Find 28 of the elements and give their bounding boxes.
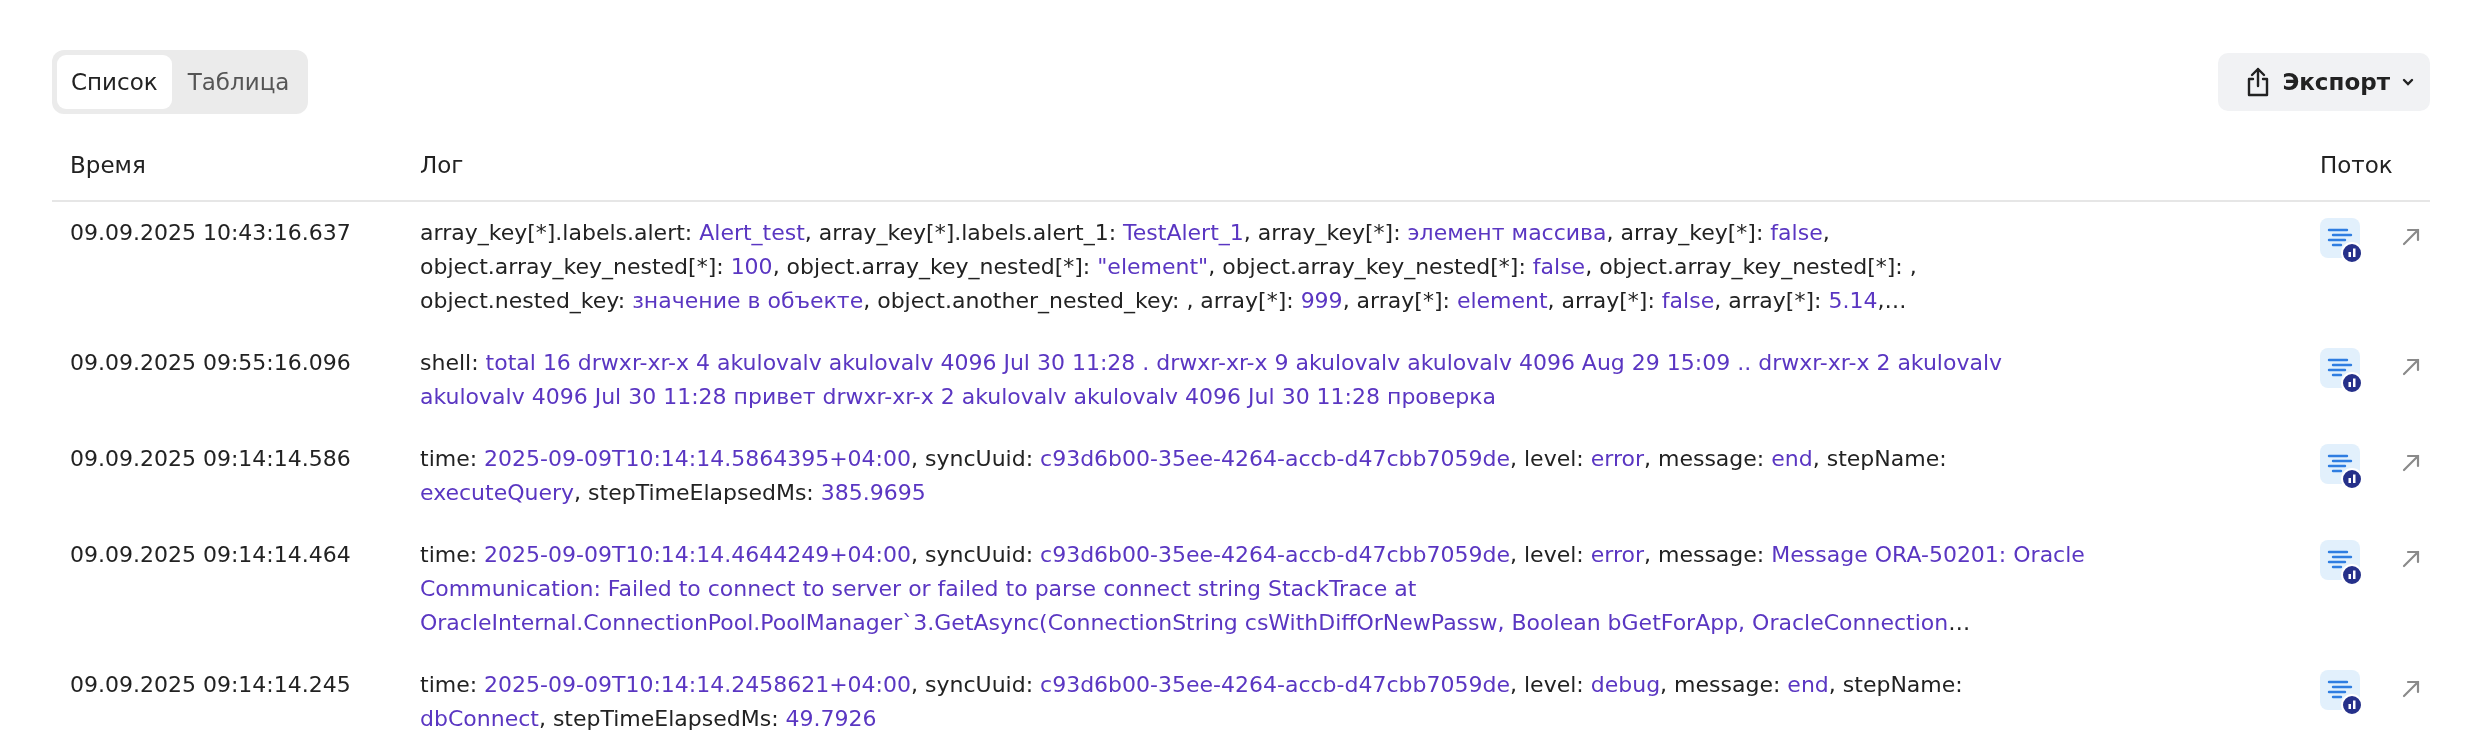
column-header: Лог xyxy=(420,152,464,178)
view-tab[interactable]: Список xyxy=(57,55,172,109)
export-button[interactable]: Экспорт xyxy=(2218,53,2430,111)
log-text: time: 2025-09-09T10:14:14.4644249+04:00, syncUuid: c93d6b00-35ee-4264-accb-d47cbb7059de, level: error, message: Message ORA-50201: Oracle Communication: Failed to connect to server or failed to parse connect string StackTrace at OracleInternal.ConnectionPool.PoolManager`3.GetAsync(ConnectionString csWithDiffOrNewPassw, Boolean bGetForApp, OracleConnection… xyxy=(420,541,2085,637)
chevron-down-icon xyxy=(2402,78,2414,86)
stream-chart-icon[interactable] xyxy=(2320,670,2364,716)
log-text: array_key[*].labels.alert: Alert_test, array_key[*].labels.alert_1: TestAlert_1, array_key[*]: элемент массива, array_key[*]: false, object.array_key_nested[*]: 100, object.array_key_nested[*]: "element", object.array_key_nested[*]: false, object.array_key_nested[*]: , object.nested_key: значение в объекте, object.another_nested_key: , array[*]: 999, array[*]: element, array[*]: false, array[*]: 5.14,… xyxy=(420,219,1917,316)
open-arrow-icon[interactable] xyxy=(2402,358,2420,376)
column-header: Время xyxy=(70,152,147,178)
column-header: Поток xyxy=(2320,152,2394,178)
time-cell: 09.09.2025 09:14:14.586 xyxy=(70,446,351,471)
open-arrow-icon[interactable] xyxy=(2402,228,2420,246)
open-arrow-icon[interactable] xyxy=(2402,680,2420,698)
stream-chart-icon[interactable] xyxy=(2320,540,2364,586)
stream-chart-icon[interactable] xyxy=(2320,348,2364,394)
log-text: time: 2025-09-09T10:14:14.5864395+04:00, syncUuid: c93d6b00-35ee-4264-accb-d47cbb7059de, level: error, message: end, stepName: executeQuery, stepTimeElapsedMs: 385.9695 xyxy=(420,445,1947,507)
stream-chart-icon[interactable] xyxy=(2320,444,2364,490)
time-cell: 09.09.2025 09:55:16.096 xyxy=(70,350,351,375)
time-cell: 09.09.2025 09:14:14.245 xyxy=(70,672,351,697)
open-arrow-icon[interactable] xyxy=(2402,550,2420,568)
log-text: time: 2025-09-09T10:14:14.2458621+04:00, syncUuid: c93d6b00-35ee-4264-accb-d47cbb7059de, level: debug, message: end, stepName: dbConnect, stepTimeElapsedMs: 49.7926 xyxy=(420,671,1963,733)
view-tab[interactable]: Таблица xyxy=(173,55,304,109)
share-icon xyxy=(2246,67,2271,97)
stream-chart-icon[interactable] xyxy=(2320,218,2364,264)
time-cell: 09.09.2025 10:43:16.637 xyxy=(70,220,351,245)
open-arrow-icon[interactable] xyxy=(2402,454,2420,472)
time-cell: 09.09.2025 09:14:14.464 xyxy=(70,542,351,567)
log-text: shell: total 16 drwxr-xr-x 4 akulovalv akulovalv 4096 Jul 30 11:28 . drwxr-xr-x 9 akulovalv akulovalv 4096 Aug 29 15:09 .. drwxr-xr-x 2 akulovalv akulovalv 4096 Jul 30 11:28 привет drwxr-xr-x 2 akulovalv akulovalv 4096 Jul 30 11:28 проверка xyxy=(420,349,2003,411)
